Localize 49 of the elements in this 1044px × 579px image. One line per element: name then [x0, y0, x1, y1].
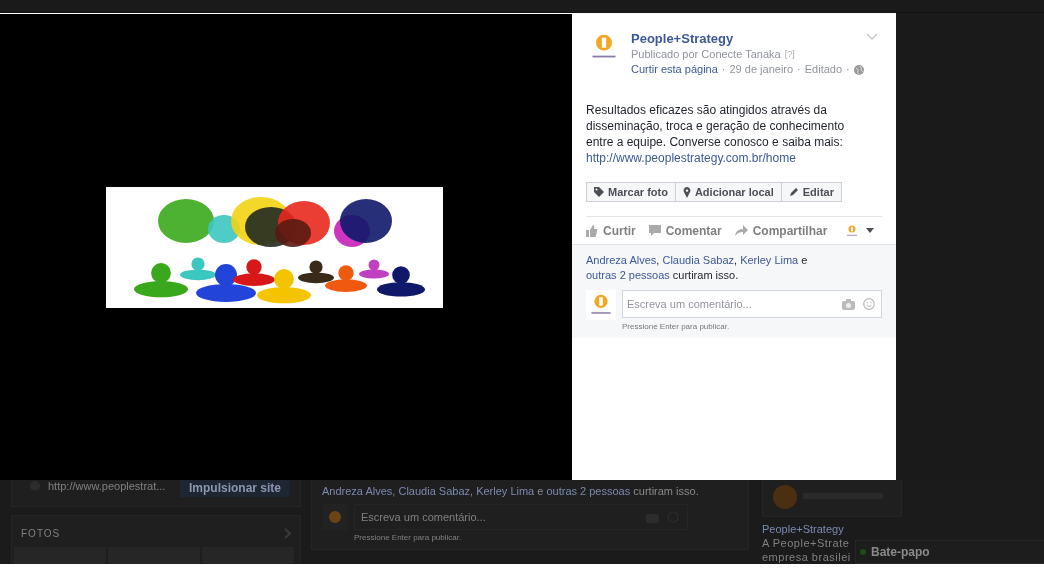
comment-input[interactable]: Escreva um comentário...: [625, 297, 834, 311]
speech-bubble-icon: [648, 224, 661, 237]
commenter-avatar-icon: [586, 290, 616, 320]
photo-action-button[interactable]: Editar: [780, 182, 842, 202]
name-link[interactable]: Kerley Lima: [740, 254, 799, 266]
likes-summary: Andreza Alves, Claudia Sabaz, Kerley Lima e outras 2 pessoas curtiram isso.: [586, 253, 809, 283]
boost-site-button[interactable]: Impulsionar site: [180, 480, 290, 497]
tag-icon: [594, 187, 604, 197]
chevron-down-icon: [866, 33, 878, 41]
meta-text: Editado: [804, 62, 843, 77]
post-action-button[interactable]: Curtir: [586, 223, 636, 238]
comment-input[interactable]: Escreva um comentário...: [359, 510, 638, 524]
page-name-link[interactable]: People+Strategy: [631, 31, 864, 47]
name-link[interactable]: outras 2 pessoas: [546, 485, 631, 497]
published-by-text: Publicado por Conecte Tanaka: [631, 47, 781, 62]
name-link[interactable]: Claudia Sabaz: [662, 254, 734, 266]
name-link[interactable]: outras 2 pessoas: [586, 269, 670, 281]
name-link[interactable]: Kerley Lima: [476, 485, 535, 497]
website-url: http://www.peoplestrat...: [48, 480, 166, 492]
photo-action-button[interactable]: Marcar foto: [586, 182, 676, 202]
chevron-right-icon: [284, 528, 291, 539]
chat-bar-button[interactable]: Bate-papo: [855, 540, 1044, 564]
photos-title: FOTOS: [21, 528, 61, 539]
likes-summary: Andreza Alves, Claudia Sabaz, Kerley Lima e outras 2 pessoas curtiram isso.: [322, 484, 700, 498]
page-name-link[interactable]: People+Strategy: [762, 522, 902, 536]
photo-thumbnail[interactable]: [202, 547, 294, 564]
website-link[interactable]: http://www.peoplestrategy.com.br/home: [586, 151, 796, 165]
thumbs-up-icon: [586, 224, 598, 237]
comment-hint: Pressione Enter para publicar.: [622, 322, 731, 331]
photo-action-button[interactable]: Adicionar local: [674, 182, 782, 202]
separator-dot: ·: [797, 62, 801, 77]
separator-dot: ·: [846, 62, 850, 77]
share-arrow-icon: [734, 225, 748, 236]
photo-thumbnail[interactable]: [108, 547, 200, 564]
post-action-button[interactable]: Comentar: [648, 223, 722, 238]
post-text: Resultados eficazes são atingidos através da disseminação, troca e geração de conhecimento entre a equipe. Converse conosco e saiba mais: http://www.peoplestrategy.com.br/home: [585, 102, 846, 166]
separator-dot: ·: [721, 62, 726, 77]
like-page-link[interactable]: Curtir esta página: [631, 62, 718, 77]
photo-thumbnail[interactable]: [14, 547, 106, 564]
post-action-button[interactable]: Compartilhar: [734, 223, 828, 238]
name-link[interactable]: Claudia Sabaz: [398, 485, 470, 497]
comment-field[interactable]: Escreva um comentário...: [354, 504, 688, 530]
meta-text: 29 de janeiro: [729, 62, 794, 77]
caret-down-icon: [866, 228, 874, 233]
page-avatar-icon: [329, 511, 341, 523]
map-pin-icon: [682, 186, 691, 198]
about-text: A People+Strate: [762, 536, 851, 550]
comment-hint: Pressione Enter para publicar.: [354, 533, 463, 542]
pencil-icon: [788, 187, 799, 197]
